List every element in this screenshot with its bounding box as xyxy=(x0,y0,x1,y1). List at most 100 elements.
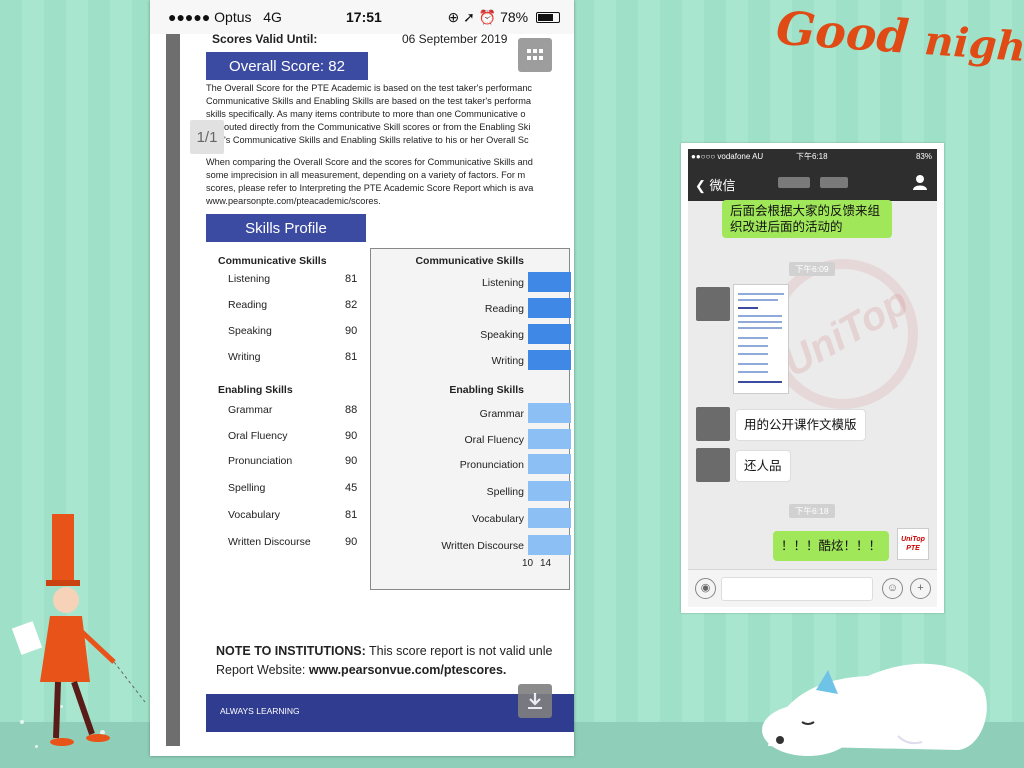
score-report-image-message[interactable] xyxy=(733,284,789,394)
scores-valid-label: Scores Valid Until: xyxy=(212,34,318,46)
score-report-screenshot: ●●●●● Optus 4G 17:51 ⊕ ➚ ⏰ 78% Scores Va… xyxy=(150,0,574,756)
blurred-chat-name xyxy=(778,177,810,188)
good-night-headline: Good night xyxy=(774,1,1024,74)
note-label: NOTE TO INSTITUTIONS: xyxy=(216,644,366,658)
skill-score: 90 xyxy=(345,455,358,467)
voice-icon[interactable]: ◉ xyxy=(695,578,716,599)
avatar[interactable] xyxy=(696,287,730,321)
status-icons: ⊕ ➚ ⏰ xyxy=(447,9,497,25)
skill-label: Speaking xyxy=(228,325,272,337)
download-button[interactable] xyxy=(518,684,552,718)
skill-score: 81 xyxy=(345,351,358,363)
blurred-chat-name xyxy=(820,177,848,188)
skill-score-bar xyxy=(528,508,571,528)
timestamp-pill: 下午6:18 xyxy=(789,504,835,518)
message-bubble-received[interactable]: 还人品 xyxy=(735,450,791,482)
skill-score-bar xyxy=(528,350,571,370)
skill-label: Written Discourse xyxy=(228,536,311,548)
chart-skill-label: Writing xyxy=(491,355,524,367)
note-line: NOTE TO INSTITUTIONS: This score report … xyxy=(216,642,552,661)
carrier-label: ●●●●● Optus 4G xyxy=(168,9,282,25)
skill-score: 81 xyxy=(345,509,358,521)
message-bubble-sent[interactable]: 后面会根据大家的反馈来组 织改进后面的活动的 xyxy=(722,200,892,238)
document-margin-bar xyxy=(166,34,180,746)
skill-score: 81 xyxy=(345,273,358,285)
message-bubble-received[interactable]: 用的公开课作文模版 xyxy=(735,409,866,441)
paragraph-line: scores, please refer to Interpreting the… xyxy=(206,183,534,193)
message-line: 织改进后面的活动的 xyxy=(730,220,843,234)
skill-score: 90 xyxy=(345,536,358,548)
skill-score-bar xyxy=(528,298,571,318)
chart-skill-label: Pronunciation xyxy=(459,459,524,471)
overall-score-banner: Overall Score: 82 xyxy=(206,52,368,80)
skill-score-bar xyxy=(528,535,571,555)
avatar[interactable] xyxy=(696,407,730,441)
skill-score: 88 xyxy=(345,404,358,416)
ios-status-bar: ●●●●● Optus 4G 17:51 ⊕ ➚ ⏰ 78% xyxy=(150,0,574,34)
report-website-label: Report Website: xyxy=(216,663,309,677)
emoji-icon[interactable]: ☺ xyxy=(882,578,903,599)
paragraph-line: When comparing the Overall Score and the… xyxy=(206,157,533,167)
scores-valid-date: 06 September 2019 xyxy=(402,34,508,46)
skill-score-bar xyxy=(528,454,571,474)
communicative-skills-heading: Communicative Skills xyxy=(218,255,327,267)
skill-label: Grammar xyxy=(228,404,273,416)
pdf-viewer[interactable]: Scores Valid Until: 06 September 2019 Ov… xyxy=(166,34,574,746)
skill-score: 90 xyxy=(345,325,358,337)
download-icon xyxy=(528,693,542,709)
polar-bear-illustration xyxy=(762,663,987,756)
message-input[interactable] xyxy=(721,577,873,601)
status-right-group: ⊕ ➚ ⏰ 78% xyxy=(448,9,560,26)
message-line: 后面会根据大家的反馈来组 xyxy=(730,204,881,218)
back-button[interactable]: ❮ 微信 xyxy=(695,175,736,194)
skill-label: Oral Fluency xyxy=(228,430,288,442)
chart-skill-label: Written Discourse xyxy=(441,540,524,552)
skill-score-bar xyxy=(528,272,571,292)
grid-view-button[interactable] xyxy=(518,38,552,72)
skill-score-bar xyxy=(528,324,571,344)
unitop-avatar[interactable]: UniTop PTE xyxy=(897,528,929,560)
network-type: 4G xyxy=(263,9,282,25)
paragraph-line: skills specifically. As many items contr… xyxy=(206,109,526,119)
page-indicator: 1/1 xyxy=(190,120,224,154)
skill-score: 90 xyxy=(345,430,358,442)
avatar[interactable] xyxy=(696,448,730,482)
skill-label: Vocabulary xyxy=(228,509,280,521)
plus-icon[interactable]: + xyxy=(910,578,931,599)
wechat-nav-bar: ❮ 微信 xyxy=(688,164,937,201)
chart-skill-label: Spelling xyxy=(486,486,524,498)
paragraph-line: outed directly from the Communicative Sk… xyxy=(224,122,531,132)
paragraph-line: 's Communicative Skills and Enabling Ski… xyxy=(224,135,529,145)
chart-skill-label: Oral Fluency xyxy=(464,434,524,446)
wechat-status-bar: ●●○○○ vodafone AU 下午6:18 83% xyxy=(688,149,937,164)
cartoon-character-illustration xyxy=(11,514,146,746)
skills-bar-chart: Communicative Skills Enabling Skills Lis… xyxy=(370,248,571,590)
paragraph-line: Communicative Skills and Enabling Skills… xyxy=(206,96,532,106)
person-icon[interactable] xyxy=(912,174,928,190)
chart-skill-label: Listening xyxy=(481,277,524,289)
message-bubble-sent[interactable]: ！！！酷炫！！！ xyxy=(773,531,890,561)
enabling-skills-heading: Enabling Skills xyxy=(218,384,293,396)
comparison-paragraph: When comparing the Overall Score and the… xyxy=(206,156,574,208)
skill-score: 82 xyxy=(345,299,358,311)
skills-profile-banner: Skills Profile xyxy=(206,214,366,242)
status-time: 下午6:18 xyxy=(796,152,828,161)
chart-skill-label: Speaking xyxy=(480,329,524,341)
note-text: This score report is not valid unle xyxy=(365,644,553,658)
skill-score-bar xyxy=(528,481,571,501)
skill-label: Listening xyxy=(228,273,271,285)
headline-word-2: night xyxy=(922,17,1024,73)
headline-word-1: Good xyxy=(774,0,911,64)
carrier-text: ●●○○○ vodafone AU xyxy=(691,152,764,161)
skill-score-bar xyxy=(528,429,571,449)
report-website-line: Report Website: www.pearsonvue.com/ptesc… xyxy=(216,661,552,680)
chart-skill-label: Grammar xyxy=(479,408,524,420)
skill-label: Reading xyxy=(228,299,268,311)
chevron-left-icon: ❮ xyxy=(695,178,706,193)
timestamp-pill: 下午6:09 xyxy=(789,262,835,276)
chart-communicative-heading: Communicative Skills xyxy=(415,255,524,267)
battery-percent: 83% xyxy=(915,152,932,161)
report-website-url[interactable]: www.pearsonvue.com/ptescores. xyxy=(309,663,507,677)
skill-label: Writing xyxy=(228,351,261,363)
status-time: 17:51 xyxy=(346,9,382,25)
